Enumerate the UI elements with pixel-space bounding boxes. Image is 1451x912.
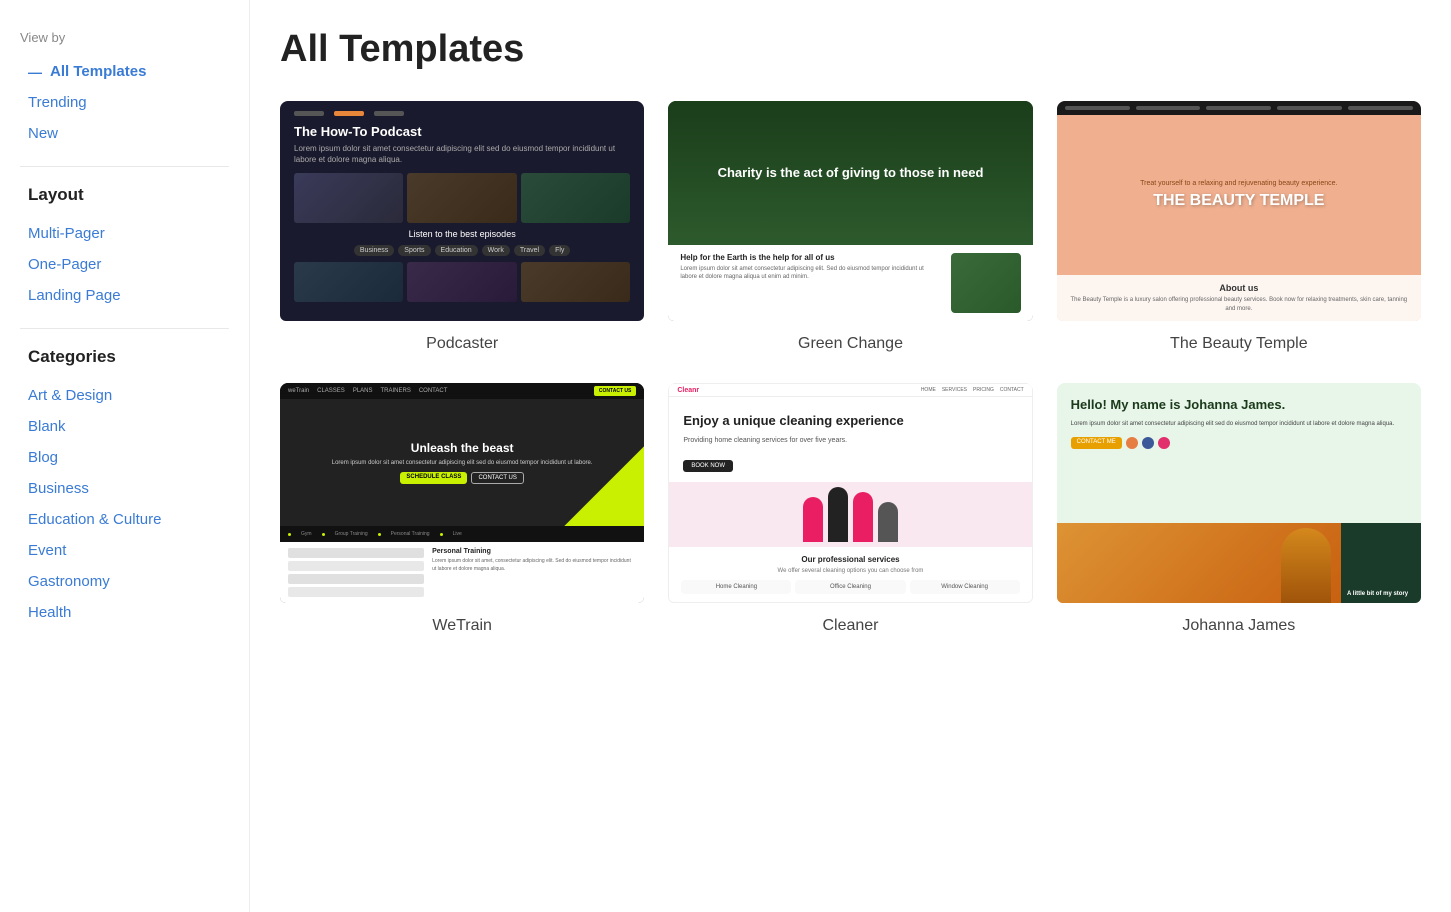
- sidebar-item-blog[interactable]: Blog: [20, 443, 229, 472]
- template-card-johanna-james[interactable]: Hello! My name is Johanna James. Lorem i…: [1057, 383, 1421, 641]
- sidebar-nav: All Templates Trending New: [20, 57, 229, 148]
- johanna-james-name: Johanna James: [1057, 603, 1421, 641]
- sidebar-item-blank[interactable]: Blank: [20, 412, 229, 441]
- page-title: All Templates: [280, 28, 1421, 71]
- sidebar-item-event[interactable]: Event: [20, 536, 229, 565]
- wetrain-name: WeTrain: [280, 603, 644, 641]
- wetrain-hero: Unleash the beast: [332, 441, 593, 455]
- green-bottom-title: Help for the Earth is the help for all o…: [680, 253, 940, 262]
- sidebar-item-landing-page[interactable]: Landing Page: [20, 281, 229, 310]
- sidebar-divider-1: [20, 166, 229, 167]
- green-change-name: Green Change: [668, 321, 1032, 359]
- template-thumb-beauty: Treat yourself to a relaxing and rejuven…: [1057, 101, 1421, 321]
- template-card-podcaster[interactable]: The How-To Podcast Lorem ipsum dolor sit…: [280, 101, 644, 359]
- categories-title: Categories: [20, 347, 229, 367]
- sidebar-categories-nav: Art & Design Blank Blog Business Educati…: [20, 381, 229, 627]
- sidebar-item-trending[interactable]: Trending: [20, 88, 229, 117]
- sidebar-item-health[interactable]: Health: [20, 598, 229, 627]
- sidebar-item-gastronomy[interactable]: Gastronomy: [20, 567, 229, 596]
- sidebar-item-one-pager[interactable]: One-Pager: [20, 250, 229, 279]
- podcaster-subtext: Lorem ipsum dolor sit amet consectetur a…: [294, 143, 630, 165]
- template-thumb-cleaner: Cleanr HOME SERVICES PRICING CONTACT Enj…: [668, 383, 1032, 603]
- sidebar-layout-nav: Multi-Pager One-Pager Landing Page: [20, 219, 229, 310]
- template-thumb-podcaster: The How-To Podcast Lorem ipsum dolor sit…: [280, 101, 644, 321]
- main-content: All Templates The How-To Podcast Lorem i…: [250, 0, 1451, 912]
- template-card-cleaner[interactable]: Cleanr HOME SERVICES PRICING CONTACT Enj…: [668, 383, 1032, 641]
- sidebar-item-art-design[interactable]: Art & Design: [20, 381, 229, 410]
- beauty-temple-name: The Beauty Temple: [1057, 321, 1421, 359]
- johanna-name-text: Hello! My name is Johanna James.: [1071, 397, 1407, 414]
- sidebar-divider-2: [20, 328, 229, 329]
- cleaner-services-title: Our professional services: [681, 555, 1019, 564]
- view-by-label: View by: [20, 30, 229, 45]
- template-thumb-wetrain: weTrain CLASSES PLANS TRAINERS CONTACT C…: [280, 383, 644, 603]
- template-card-wetrain[interactable]: weTrain CLASSES PLANS TRAINERS CONTACT C…: [280, 383, 644, 641]
- template-card-beauty-temple[interactable]: Treat yourself to a relaxing and rejuven…: [1057, 101, 1421, 359]
- sidebar-item-new[interactable]: New: [20, 119, 229, 148]
- podcaster-name: Podcaster: [280, 321, 644, 359]
- cleaner-title: Enjoy a unique cleaning experience: [683, 413, 1017, 430]
- green-hero: Charity is the act of giving to those in…: [718, 165, 984, 182]
- template-grid: The How-To Podcast Lorem ipsum dolor sit…: [280, 101, 1421, 641]
- sidebar-item-business[interactable]: Business: [20, 474, 229, 503]
- template-card-green-change[interactable]: Charity is the act of giving to those in…: [668, 101, 1032, 359]
- template-thumb-green: Charity is the act of giving to those in…: [668, 101, 1032, 321]
- cleaner-name: Cleaner: [668, 603, 1032, 641]
- podcaster-hero: The How-To Podcast: [294, 124, 630, 139]
- sidebar-item-multi-pager[interactable]: Multi-Pager: [20, 219, 229, 248]
- template-thumb-johanna: Hello! My name is Johanna James. Lorem i…: [1057, 383, 1421, 603]
- sidebar-item-education-culture[interactable]: Education & Culture: [20, 505, 229, 534]
- layout-title: Layout: [20, 185, 229, 205]
- sidebar-item-all-templates[interactable]: All Templates: [20, 57, 229, 86]
- sidebar: View by All Templates Trending New Layou…: [0, 0, 250, 912]
